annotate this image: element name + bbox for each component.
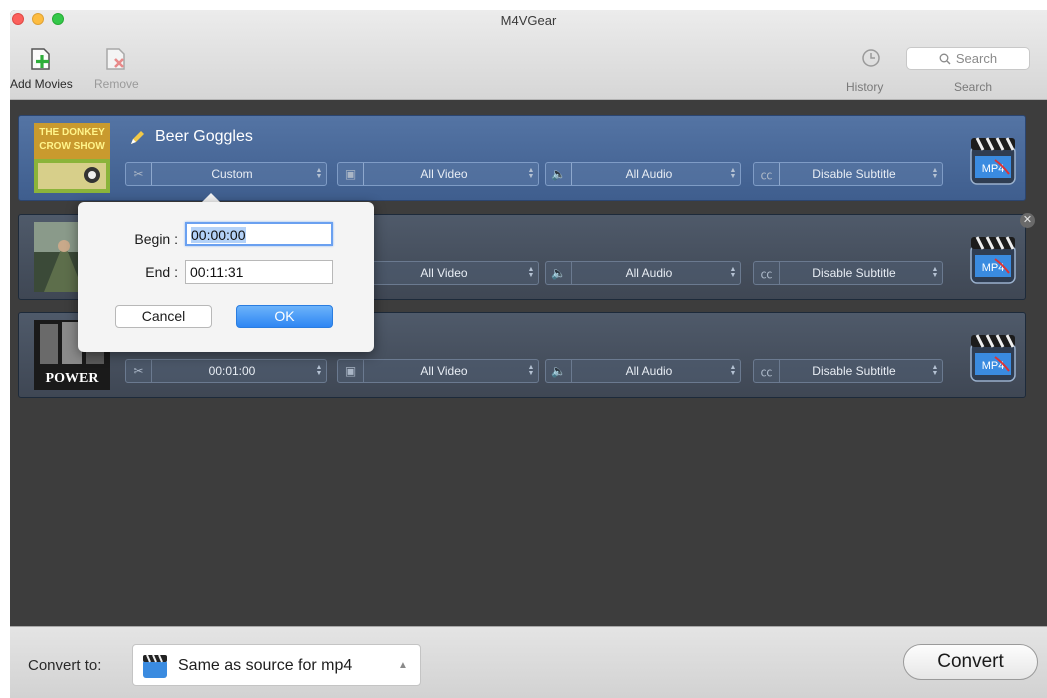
mp4-format-icon[interactable]: MP4 (965, 132, 1021, 188)
scissors-icon: ✂ (126, 360, 152, 382)
video-select[interactable]: ▣ All Video ▲▼ (337, 162, 539, 186)
trim-popover: Begin : 00:00:00 End : 00:11:31 Cancel O… (78, 202, 374, 352)
stepper-arrows-icon: ▲▼ (931, 266, 939, 279)
closed-caption-icon: ㏄ (754, 262, 780, 284)
subtitle-select[interactable]: ㏄ Disable Subtitle ▲ ▼ (753, 359, 943, 383)
stepper-arrows-icon: ▲▼ (527, 167, 535, 180)
clapperboard-icon (143, 654, 167, 678)
video-track-icon: ▣ (338, 360, 364, 382)
search-placeholder: Search (955, 51, 998, 66)
begin-time-value: 00:00:00 (191, 227, 246, 243)
stepper-arrows-icon: ▲▼ (729, 266, 737, 279)
search-icon (939, 53, 951, 64)
mp4-format-icon[interactable]: MP4 (965, 329, 1021, 385)
trim-select[interactable]: ✂ Custom ▲ ▼ (125, 162, 327, 186)
stepper-arrows-icon: ▲▼ (931, 364, 939, 377)
remove-label: Remove (94, 77, 139, 91)
subtitle-value: Disable Subtitle (812, 266, 896, 280)
video-value: All Video (420, 167, 468, 181)
audio-select[interactable]: 🔈 All Audio ▲ ▼ (545, 162, 741, 186)
stepper-arrows-icon: ▲▼ (729, 167, 737, 180)
remove-row-icon[interactable]: ✕ (1020, 213, 1035, 228)
ok-button[interactable]: OK (236, 305, 333, 328)
bottom-bar: Convert to: Same as source for mp4 ▲ Con… (10, 626, 1047, 698)
speaker-icon: 🔈 (546, 360, 572, 382)
remove-movie-icon (106, 48, 126, 70)
audio-select[interactable]: 🔈 All Audio ▲ ▼ (545, 261, 741, 285)
stepper-arrows-icon: ▲▼ (527, 364, 535, 377)
video-track-icon: ▣ (338, 163, 364, 185)
output-format-value: Same as source for mp4 (178, 657, 353, 674)
speaker-icon: 🔈 (546, 262, 572, 284)
subtitle-select[interactable]: ㏄ Disable Subtitle ▲ ▼ (753, 261, 943, 285)
video-value: All Video (420, 364, 468, 378)
edit-pencil-icon[interactable] (129, 130, 145, 146)
output-format-select[interactable]: Same as source for mp4 ▲ (132, 644, 421, 686)
search-field[interactable]: Search (906, 47, 1030, 70)
stepper-arrows-icon: ▲▼ (729, 364, 737, 377)
end-time-input[interactable]: 00:11:31 (185, 260, 333, 284)
end-label: End : (145, 264, 178, 280)
trim-value: Custom (211, 167, 253, 181)
trim-select[interactable]: ✂ 00:01:00 ▲ ▼ (125, 359, 327, 383)
movie-thumbnail: THE DONKEY CROW SHOW (34, 123, 110, 193)
stepper-arrows-icon: ▲▼ (315, 364, 323, 377)
video-value: All Video (420, 266, 468, 280)
convert-to-label: Convert to: (28, 657, 102, 674)
audio-value: All Audio (625, 364, 673, 378)
search-label: Search (954, 80, 993, 94)
cancel-button[interactable]: Cancel (115, 305, 212, 328)
scissors-icon: ✂ (126, 163, 152, 185)
stepper-arrows-icon: ▲▼ (931, 167, 939, 180)
speaker-icon: 🔈 (546, 163, 572, 185)
remove-button[interactable]: Remove (94, 46, 139, 91)
closed-caption-icon: ㏄ (754, 360, 780, 382)
subtitle-value: Disable Subtitle (812, 364, 896, 378)
thumb-text: POWER (46, 371, 100, 386)
mp4-format-icon[interactable]: MP4 (965, 231, 1021, 287)
convert-button[interactable]: Convert (903, 644, 1038, 680)
end-time-value: 00:11:31 (190, 264, 244, 280)
begin-label: Begin : (134, 231, 178, 247)
audio-value: All Audio (625, 167, 673, 181)
thumb-title-line-2: CROW SHOW (39, 141, 105, 152)
audio-select[interactable]: 🔈 All Audio ▲ ▼ (545, 359, 741, 383)
closed-caption-icon: ㏄ (754, 163, 780, 185)
audio-value: All Audio (625, 266, 673, 280)
stepper-arrows-icon: ▲▼ (527, 266, 535, 279)
dropdown-arrow-icon: ▲ (398, 660, 408, 671)
subtitle-value: Disable Subtitle (812, 167, 896, 181)
subtitle-select[interactable]: ㏄ Disable Subtitle ▲ ▼ (753, 162, 943, 186)
video-select[interactable]: ▣ All Video ▲▼ (337, 359, 539, 383)
add-movie-icon (31, 48, 51, 70)
history-icon[interactable] (861, 48, 881, 68)
movie-title[interactable]: Beer Goggles (155, 128, 253, 146)
movie-row[interactable]: THE DONKEY CROW SHOW Beer Goggles ✂ Cust… (18, 115, 1026, 201)
window-title: M4VGear (500, 13, 557, 28)
stepper-arrows-icon: ▲▼ (315, 167, 323, 180)
add-movies-button[interactable]: Add Movies (10, 46, 73, 91)
add-movies-label: Add Movies (10, 77, 73, 91)
app-window: M4VGear Add Movies Remove History Search… (10, 10, 1047, 698)
thumb-title-line-1: THE DONKEY (39, 127, 105, 138)
history-label: History (846, 80, 884, 94)
trim-value: 00:01:00 (208, 364, 256, 378)
title-toolbar: M4VGear Add Movies Remove History Search… (10, 10, 1047, 100)
begin-time-input[interactable]: 00:00:00 (185, 222, 333, 246)
